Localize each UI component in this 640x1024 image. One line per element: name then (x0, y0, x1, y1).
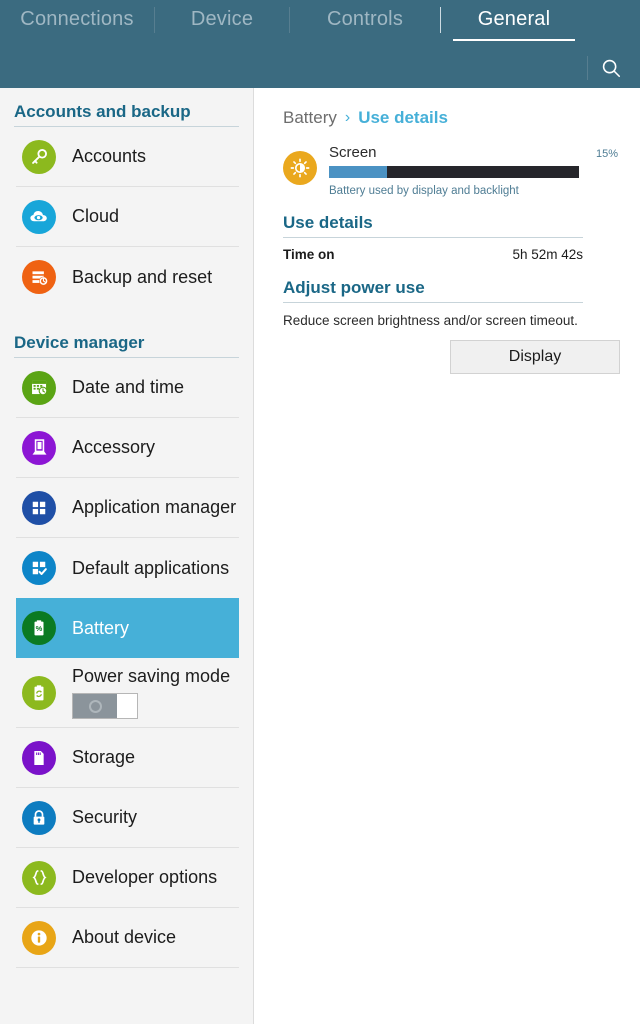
sidebar-item-default-applications[interactable]: Default applications (16, 538, 239, 598)
tab-controls[interactable]: Controls (290, 8, 440, 41)
svg-text:%: % (36, 624, 43, 633)
breadcrumb-current: Use details (358, 108, 448, 127)
tab-device[interactable]: Device (155, 8, 289, 41)
sidebar-item-label: Security (72, 807, 138, 827)
use-details-value: 5h 52m 42s (512, 247, 583, 262)
sidebar-item-label: About device (72, 927, 177, 947)
usage-body: Screen 15% Battery used by display and b… (329, 144, 618, 197)
usage-name: Screen (329, 144, 377, 161)
usage-header-row: Screen 15% (329, 144, 618, 161)
battery-usage-summary: Screen 15% Battery used by display and b… (283, 144, 618, 197)
tab-general[interactable]: General (441, 8, 587, 41)
sidebar-item-label: Accessory (72, 437, 156, 457)
settings-screen: Connections Device Controls General Acco… (0, 0, 640, 1024)
sidebar-item-about-device[interactable]: About device (16, 908, 239, 968)
sidebar-item-label: Default applications (72, 557, 230, 578)
usage-percent: 15% (595, 148, 618, 160)
sidebar-item-label: Power saving mode (72, 666, 231, 686)
usage-progress-fill (329, 166, 387, 178)
tab-bar: Connections Device Controls General (0, 0, 640, 48)
cloud-eye-icon (22, 199, 56, 234)
sidebar-item-label: Backup and reset (72, 266, 213, 287)
tab-connections[interactable]: Connections (0, 8, 154, 41)
sidebar-item-label: Accounts (72, 146, 147, 166)
search-divider (587, 56, 588, 80)
usage-description: Battery used by display and backlight (329, 185, 519, 197)
battery-percent-icon: % (22, 611, 56, 645)
sidebar-item-developer-options[interactable]: Developer options (16, 848, 239, 908)
adjust-power-use-heading: Adjust power use (283, 278, 583, 303)
section-header-accounts-and-backup: Accounts and backup (14, 102, 239, 127)
sidebar-item-accessory[interactable]: Accessory (16, 418, 239, 478)
lock-icon (22, 800, 56, 835)
use-details-row: Time on 5h 52m 42s (283, 247, 583, 262)
tab-device-label: Device (190, 7, 254, 30)
tab-connections-label: Connections (20, 7, 134, 30)
sidebar-item-backup-and-reset[interactable]: Backup and reset (16, 247, 239, 307)
sidebar-item-accounts[interactable]: Accounts (16, 127, 239, 187)
display-button-wrap: Display (283, 340, 620, 374)
toggle-ring-icon (88, 699, 102, 713)
info-icon (22, 920, 56, 955)
display-button[interactable]: Display (450, 340, 620, 374)
content-panel: Battery › Use details Screen 15% Battery… (255, 88, 640, 1024)
app-header: Connections Device Controls General (0, 0, 640, 88)
sidebar-item-label: Developer options (72, 867, 218, 887)
brightness-icon (283, 151, 317, 185)
breadcrumb: Battery › Use details (283, 108, 618, 128)
battery-recycle-icon (22, 675, 56, 710)
search-icon (602, 59, 621, 78)
backup-restore-icon (22, 260, 56, 294)
sidebar-item-application-manager[interactable]: Application manager (16, 478, 239, 538)
power-saving-toggle[interactable] (72, 693, 138, 719)
tab-general-label: General (477, 7, 551, 30)
header-action-bar (0, 48, 640, 88)
use-details-heading: Use details (283, 213, 583, 238)
chevron-right-icon: › (344, 109, 351, 126)
search-button[interactable] (592, 51, 630, 85)
sidebar-item-security[interactable]: Security (16, 788, 239, 848)
key-icon (22, 139, 56, 174)
breadcrumb-root[interactable]: Battery (283, 108, 337, 128)
power-saving-body: Power saving mode (72, 666, 230, 719)
sidebar-item-cloud[interactable]: Cloud (16, 187, 239, 247)
sidebar-item-label: Date and time (72, 377, 185, 397)
sdcard-icon (22, 740, 56, 775)
sidebar-item-power-saving-mode[interactable]: Power saving mode (16, 658, 239, 728)
braces-icon (22, 860, 56, 895)
adjust-power-use-hint: Reduce screen brightness and/or screen t… (283, 313, 578, 328)
sidebar-item-storage[interactable]: Storage (16, 728, 239, 788)
sidebar-item-date-and-time[interactable]: Date and time (16, 358, 239, 418)
use-details-key: Time on (283, 247, 335, 262)
sidebar-item-label: Application manager (72, 497, 237, 517)
sidebar-item-battery[interactable]: % Battery (16, 598, 239, 658)
dock-icon (22, 430, 56, 465)
sidebar-item-label: Storage (72, 747, 136, 767)
toggle-thumb (73, 694, 117, 718)
grid-check-icon (22, 551, 56, 585)
calendar-clock-icon (22, 370, 56, 405)
sidebar-item-label: Cloud (72, 206, 120, 226)
tab-controls-label: Controls (326, 7, 404, 30)
section-header-device-manager: Device manager (14, 333, 239, 358)
usage-progress-bar (329, 166, 579, 178)
sidebar-item-label: Battery (72, 617, 130, 638)
grid-icon (22, 490, 56, 525)
settings-sidebar: Accounts and backup Accounts Cloud Backu… (0, 88, 254, 1024)
